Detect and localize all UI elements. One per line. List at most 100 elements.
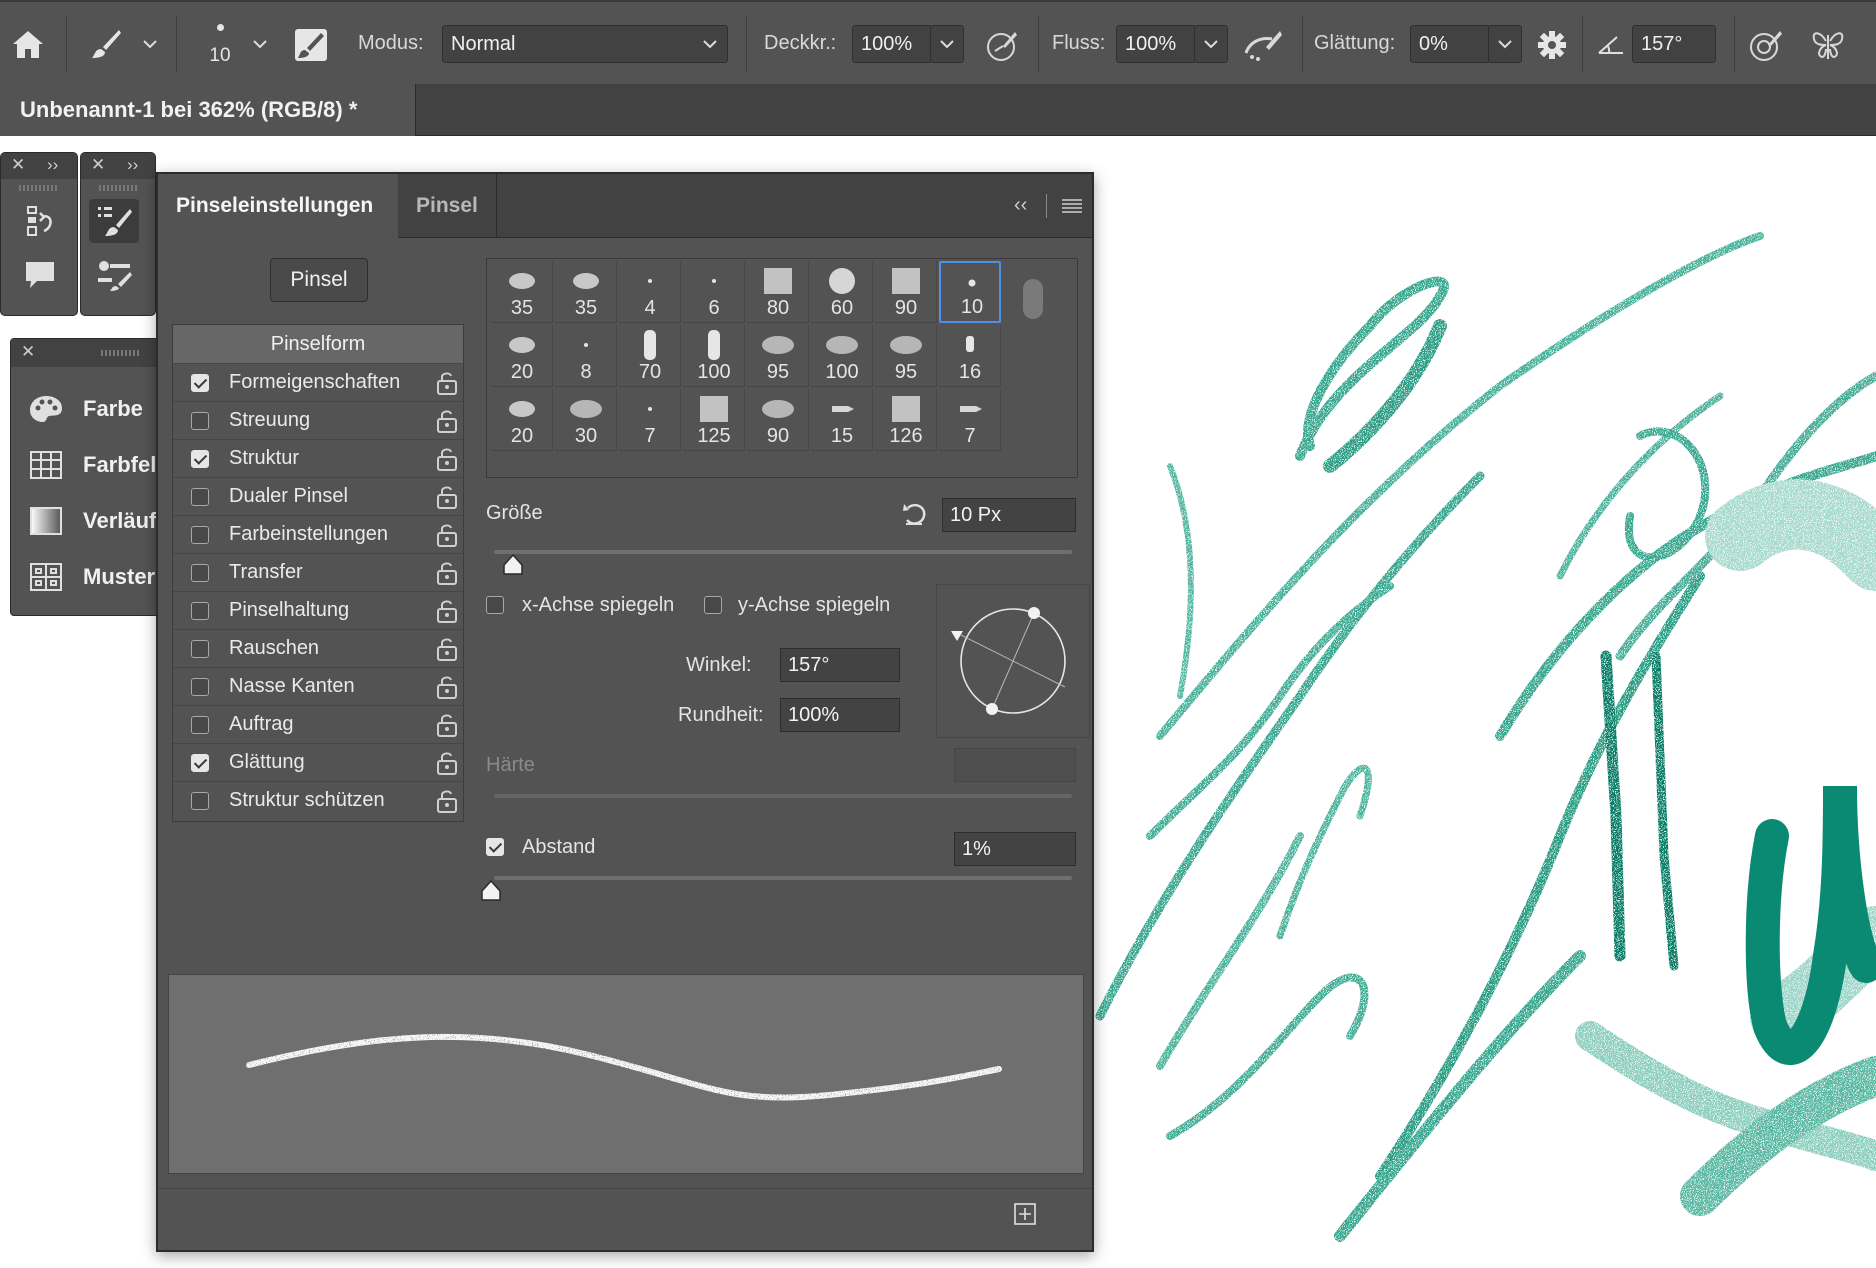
- tool-presets-icon[interactable]: [89, 253, 139, 297]
- brush-picker-chevron-icon[interactable]: [248, 32, 272, 56]
- brush-tip-cell[interactable]: 70: [619, 325, 681, 387]
- airbrush-icon[interactable]: [1240, 24, 1286, 66]
- checkbox[interactable]: [191, 716, 209, 734]
- list-item[interactable]: Struktur: [173, 439, 463, 477]
- brush-tip-cell[interactable]: 16: [939, 325, 1001, 387]
- checkbox[interactable]: [191, 678, 209, 696]
- spacing-input[interactable]: 1%: [954, 832, 1076, 866]
- size-slider-track[interactable]: [494, 550, 1072, 554]
- symmetry-butterfly-icon[interactable]: [1806, 24, 1850, 66]
- pressure-opacity-icon[interactable]: [982, 24, 1024, 66]
- history-icon[interactable]: [15, 199, 65, 243]
- unlock-icon[interactable]: [437, 713, 457, 737]
- angle-input[interactable]: 157°: [780, 648, 900, 682]
- brush-tip-cell[interactable]: 125: [683, 389, 745, 451]
- size-slider-thumb[interactable]: [502, 554, 524, 576]
- size-input[interactable]: 10 Px: [942, 498, 1076, 532]
- checkbox[interactable]: [191, 412, 209, 430]
- unlock-icon[interactable]: [437, 409, 457, 433]
- close-icon[interactable]: ✕: [91, 155, 105, 175]
- tool-preset-chevron-icon[interactable]: [138, 32, 162, 56]
- unlock-icon[interactable]: [437, 485, 457, 509]
- brush-size-picker[interactable]: 10: [196, 14, 244, 76]
- unlock-icon[interactable]: [437, 599, 457, 623]
- expand-icon[interactable]: ››: [127, 155, 138, 175]
- brush-tip-cell[interactable]: 7: [619, 389, 681, 451]
- list-item[interactable]: Pinselhaltung: [173, 591, 463, 629]
- checkbox[interactable]: [191, 488, 209, 506]
- opacity-dropdown[interactable]: [930, 25, 964, 63]
- document-tab[interactable]: Unbenannt-1 bei 362% (RGB/8) *: [0, 84, 416, 136]
- spacing-slider-track[interactable]: [494, 876, 1072, 880]
- brush-tip-cell[interactable]: 20: [491, 389, 553, 451]
- brush-panel-toggle-icon[interactable]: [290, 24, 332, 66]
- unlock-icon[interactable]: [437, 789, 457, 813]
- tab-brushes[interactable]: Pinsel: [398, 174, 497, 238]
- brush-tip-cell[interactable]: 95: [747, 325, 809, 387]
- smoothing-input[interactable]: 0%: [1410, 25, 1490, 63]
- brush-tip-cell[interactable]: 30: [555, 389, 617, 451]
- close-icon[interactable]: ✕: [21, 342, 35, 362]
- angle-roundness-dial[interactable]: [936, 584, 1090, 738]
- brush-tip-cell[interactable]: 80: [747, 261, 809, 323]
- brush-settings-icon[interactable]: [89, 199, 139, 243]
- flip-x-checkbox[interactable]: [486, 596, 504, 614]
- list-item[interactable]: Auftrag: [173, 705, 463, 743]
- brush-tool-icon[interactable]: [86, 24, 126, 64]
- expand-icon[interactable]: ››: [47, 155, 58, 175]
- brush-tip-cell[interactable]: 35: [555, 261, 617, 323]
- brush-tip-cell[interactable]: 35: [491, 261, 553, 323]
- list-item-brush-tip-shape[interactable]: Pinselform: [173, 325, 463, 363]
- brush-tip-cell[interactable]: 100: [683, 325, 745, 387]
- dial-handle[interactable]: [986, 703, 998, 715]
- unlock-icon[interactable]: [437, 637, 457, 661]
- brush-tip-cell[interactable]: 126: [875, 389, 937, 451]
- checkbox[interactable]: [191, 602, 209, 620]
- brushes-button[interactable]: Pinsel: [270, 258, 368, 302]
- brush-tip-cell[interactable]: 15: [811, 389, 873, 451]
- unlock-icon[interactable]: [437, 675, 457, 699]
- panel-item-gradients[interactable]: Verläuf: [29, 503, 156, 539]
- flow-dropdown[interactable]: [1194, 25, 1228, 63]
- brush-tip-cell[interactable]: 90: [875, 261, 937, 323]
- tab-brush-settings[interactable]: Pinseleinstellungen: [158, 174, 398, 238]
- checkbox[interactable]: [191, 792, 209, 810]
- list-item[interactable]: Formeigenschaften: [173, 363, 463, 401]
- list-item[interactable]: Nasse Kanten: [173, 667, 463, 705]
- spacing-checkbox[interactable]: [486, 838, 504, 856]
- panel-menu-icon[interactable]: [1062, 198, 1082, 219]
- checkbox[interactable]: [191, 640, 209, 658]
- checkbox[interactable]: [191, 564, 209, 582]
- panel-grip[interactable]: [19, 185, 59, 191]
- close-icon[interactable]: ✕: [11, 155, 25, 175]
- flow-input[interactable]: 100%: [1116, 25, 1196, 63]
- brush-tip-cell[interactable]: 20: [491, 325, 553, 387]
- checkbox[interactable]: [191, 374, 209, 392]
- panel-item-patterns[interactable]: Muster: [29, 559, 155, 595]
- roundness-input[interactable]: 100%: [780, 698, 900, 732]
- list-item[interactable]: Dualer Pinsel: [173, 477, 463, 515]
- unlock-icon[interactable]: [437, 447, 457, 471]
- mode-select[interactable]: Normal: [442, 25, 728, 63]
- flip-y-checkbox[interactable]: [704, 596, 722, 614]
- pressure-size-icon[interactable]: [1744, 24, 1788, 66]
- list-item[interactable]: Streuung: [173, 401, 463, 439]
- grid-scrollbar[interactable]: [1023, 279, 1043, 319]
- checkbox[interactable]: [191, 526, 209, 544]
- list-item[interactable]: Struktur schützen: [173, 781, 463, 819]
- brush-tip-cell[interactable]: 95: [875, 325, 937, 387]
- angle-input[interactable]: 157°: [1632, 25, 1716, 63]
- brush-tip-cell[interactable]: 7: [939, 389, 1001, 451]
- unlock-icon[interactable]: [437, 371, 457, 395]
- checkbox[interactable]: [191, 754, 209, 772]
- brush-tip-cell[interactable]: 90: [747, 389, 809, 451]
- gear-icon[interactable]: [1532, 24, 1572, 66]
- dial-arrow-icon[interactable]: [951, 631, 963, 641]
- list-item[interactable]: Transfer: [173, 553, 463, 591]
- reset-size-icon[interactable]: [900, 500, 928, 533]
- panel-grip[interactable]: [101, 350, 141, 356]
- unlock-icon[interactable]: [437, 561, 457, 585]
- list-item[interactable]: Farbeinstellungen: [173, 515, 463, 553]
- panel-item-swatches[interactable]: Farbfel: [29, 447, 156, 483]
- opacity-input[interactable]: 100%: [852, 25, 932, 63]
